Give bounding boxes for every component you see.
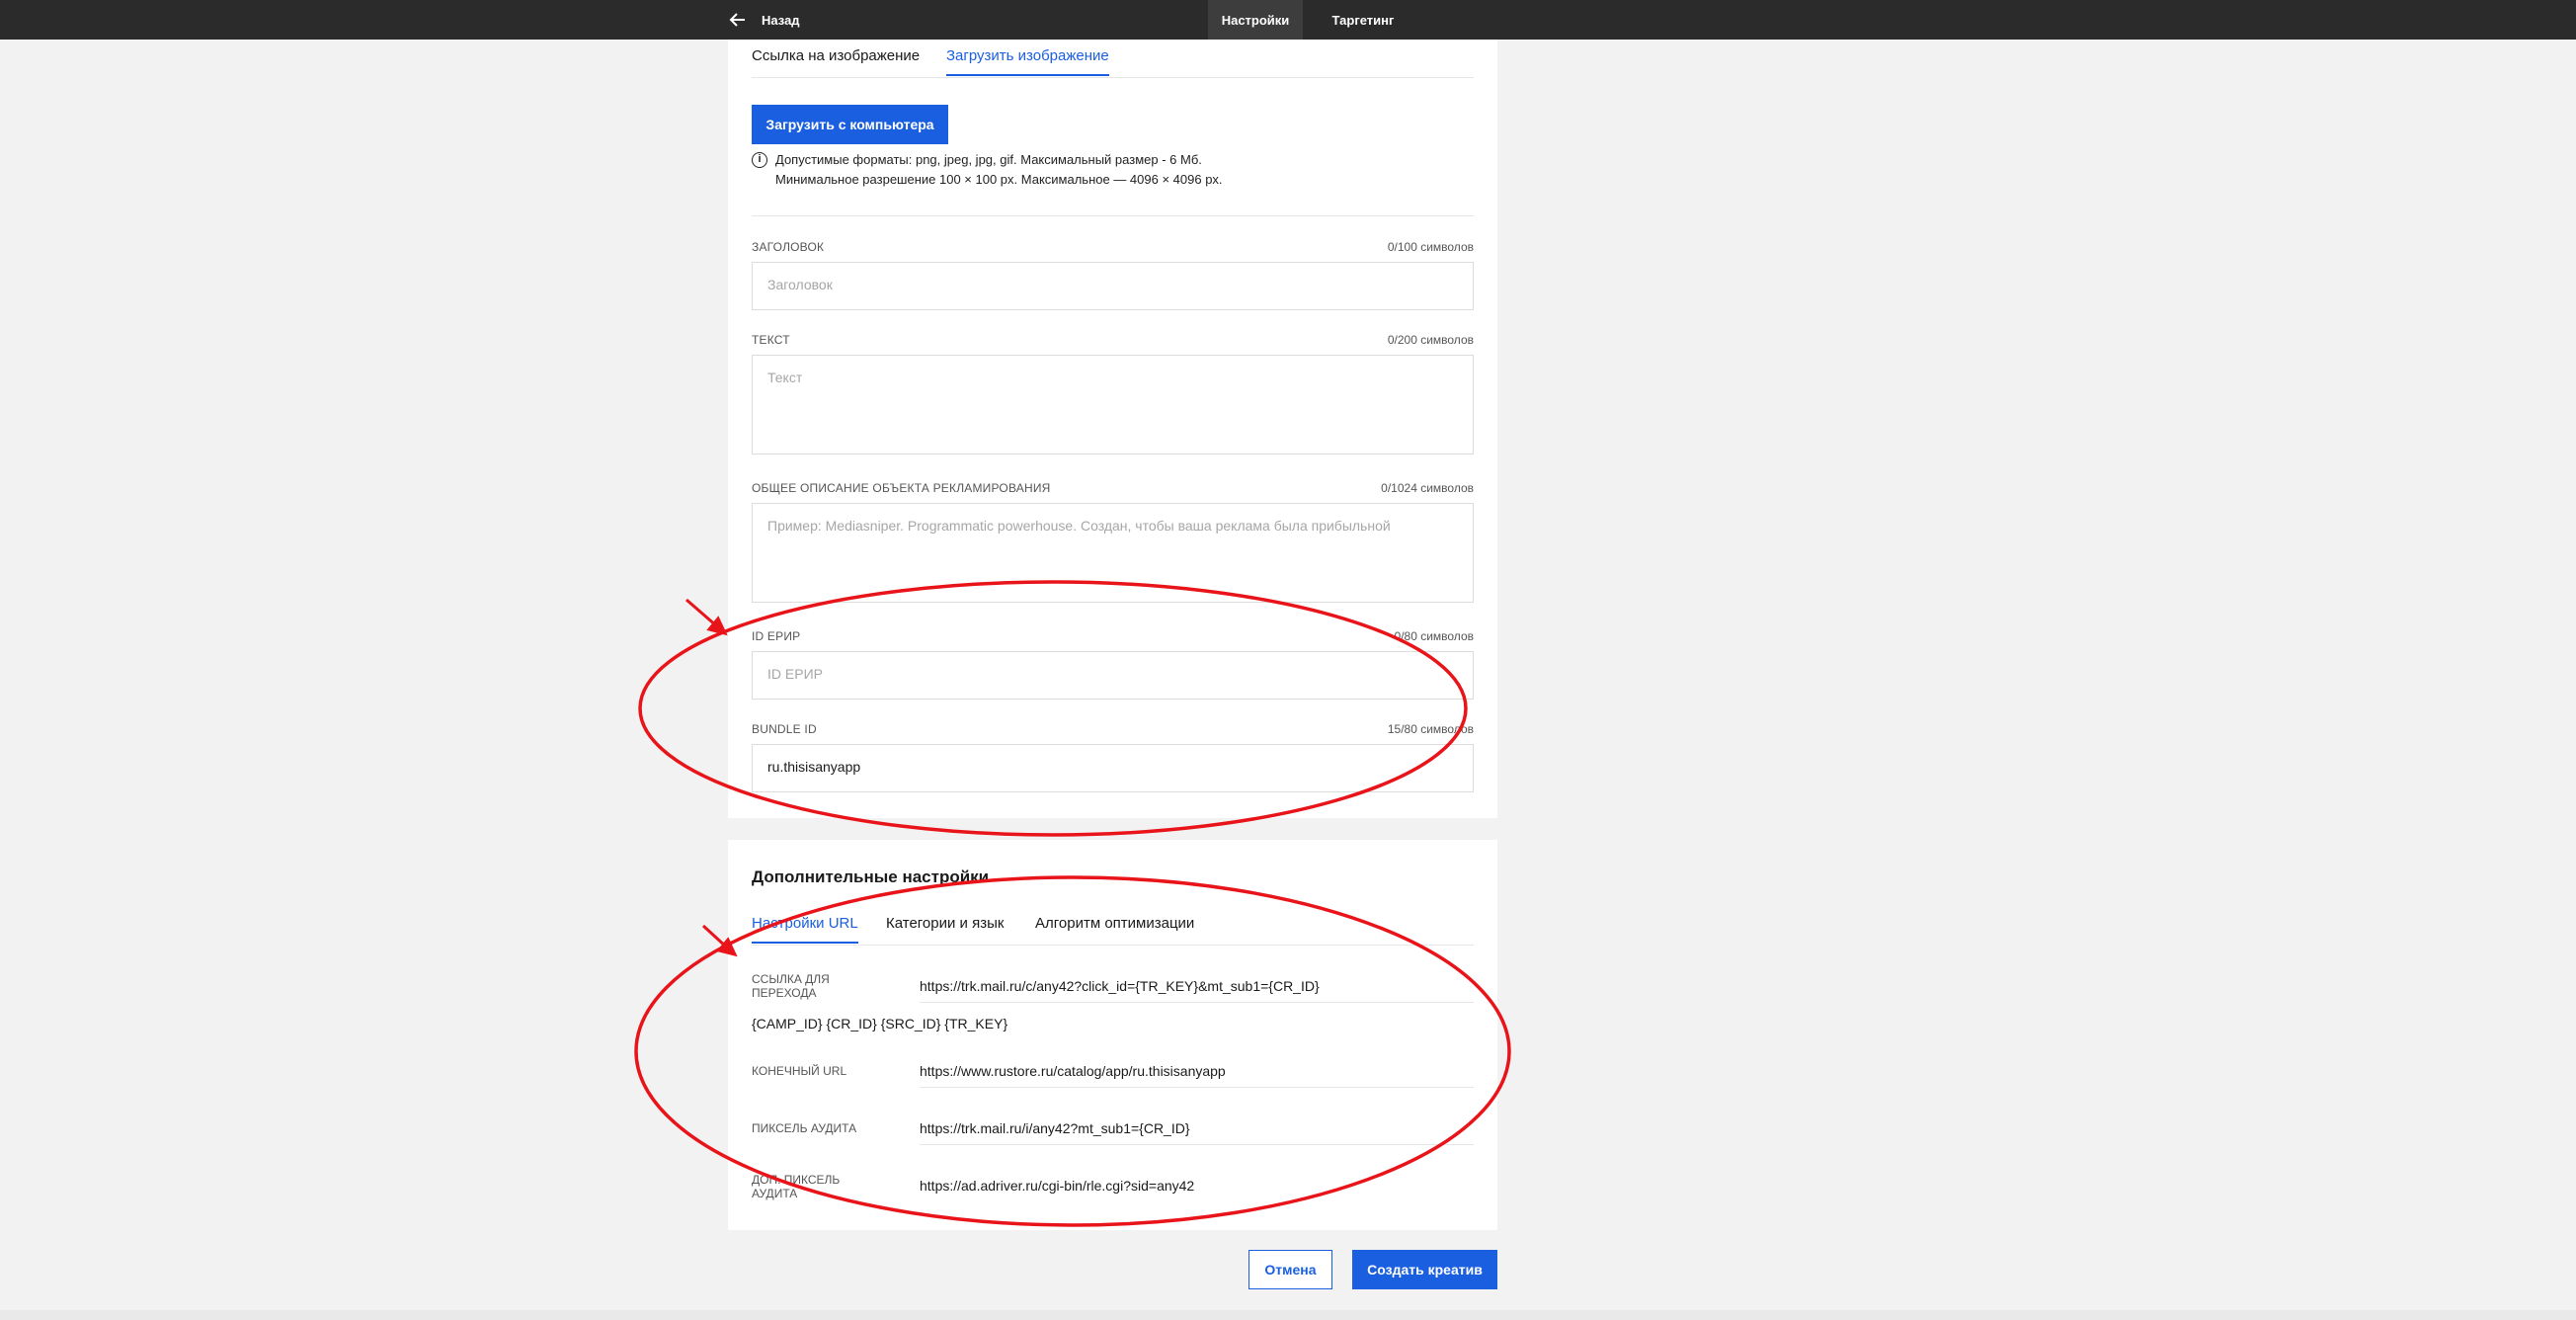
tab-image-link[interactable]: Ссылка на изображение [752, 47, 920, 74]
tab-settings[interactable]: Настройки [1208, 0, 1303, 40]
final-url-input[interactable]: https://www.rustore.ru/catalog/app/ru.th… [920, 1063, 1474, 1088]
description-label: Общее описание объекта рекламирования [752, 481, 1051, 495]
click-url-input[interactable]: https://trk.mail.ru/c/any42?click_id={TR… [920, 978, 1474, 1003]
bundle-id-counter: 15/80 символов [1387, 722, 1474, 736]
info-icon: i [752, 152, 767, 168]
bundle-id-input[interactable]: ru.thisisanyapp [752, 744, 1474, 792]
bundle-id-label: Bundle ID [752, 722, 817, 736]
tab-targeting[interactable]: Таргетинг [1318, 0, 1409, 40]
arrow-left-icon [729, 13, 745, 27]
top-bar: Назад Настройки Таргетинг [0, 0, 2576, 40]
upload-from-computer-button[interactable]: Загрузить с компьютера [752, 105, 948, 144]
advanced-settings-panel: Дополнительные настройки Настройки URL К… [728, 840, 1497, 1230]
upload-requirements: i Допустимые форматы: png, jpeg, jpg, gi… [752, 150, 1223, 190]
erid-label: ID ЕРИР [752, 629, 801, 643]
erid-counter: 0/80 символов [1394, 629, 1474, 643]
tab-optimization-algorithm[interactable]: Алгоритм оптимизации [1035, 915, 1194, 942]
back-button[interactable]: Назад [728, 0, 800, 40]
audit-pixel-label: Пиксель аудита [752, 1121, 857, 1135]
create-creative-button[interactable]: Создать креатив [1352, 1250, 1497, 1289]
text-input[interactable]: Текст [752, 355, 1474, 454]
tab-categories-language[interactable]: Категории и язык [886, 915, 1004, 942]
description-counter: 0/1024 символов [1381, 481, 1474, 495]
url-macros: {CAMP_ID} {CR_ID} {SRC_ID} {TR_KEY} [752, 1016, 1008, 1031]
audit-pixel-input[interactable]: https://trk.mail.ru/i/any42?mt_sub1={CR_… [920, 1120, 1474, 1145]
description-input[interactable]: Пример: Mediasniper. Programmatic powerh… [752, 503, 1474, 603]
bottom-band [0, 1310, 2576, 1320]
text-counter: 0/200 символов [1387, 333, 1474, 347]
title-counter: 0/100 символов [1387, 240, 1474, 254]
annotation-arrow-icon [685, 598, 728, 636]
image-source-tabs: Ссылка на изображение Загрузить изображе… [752, 40, 1474, 78]
final-url-label: Конечный URL [752, 1064, 847, 1078]
erid-input[interactable]: ID ЕРИР [752, 651, 1474, 700]
cancel-button[interactable]: Отмена [1248, 1250, 1332, 1289]
extra-audit-pixel-input[interactable]: https://ad.adriver.ru/cgi-bin/rle.cgi?si… [920, 1178, 1474, 1201]
divider [752, 215, 1474, 216]
text-label: Текст [752, 333, 790, 347]
advanced-settings-title: Дополнительные настройки [752, 867, 990, 886]
title-label: Заголовок [752, 240, 825, 254]
info-line-resolution: Минимальное разрешение 100 × 100 px. Мак… [775, 172, 1223, 187]
creative-panel: Ссылка на изображение Загрузить изображе… [728, 40, 1497, 818]
back-label: Назад [762, 12, 800, 28]
title-input[interactable]: Заголовок [752, 262, 1474, 310]
info-line-formats: Допустимые форматы: png, jpeg, jpg, gif.… [775, 152, 1202, 167]
click-url-label: Ссылка для перехода [752, 972, 830, 1000]
tab-url-settings[interactable]: Настройки URL [752, 915, 858, 944]
advanced-tabs: Настройки URL Категории и язык Алгоритм … [752, 907, 1474, 946]
extra-audit-pixel-label: Доп. пиксель аудита [752, 1173, 841, 1200]
tab-image-upload[interactable]: Загрузить изображение [946, 47, 1109, 76]
